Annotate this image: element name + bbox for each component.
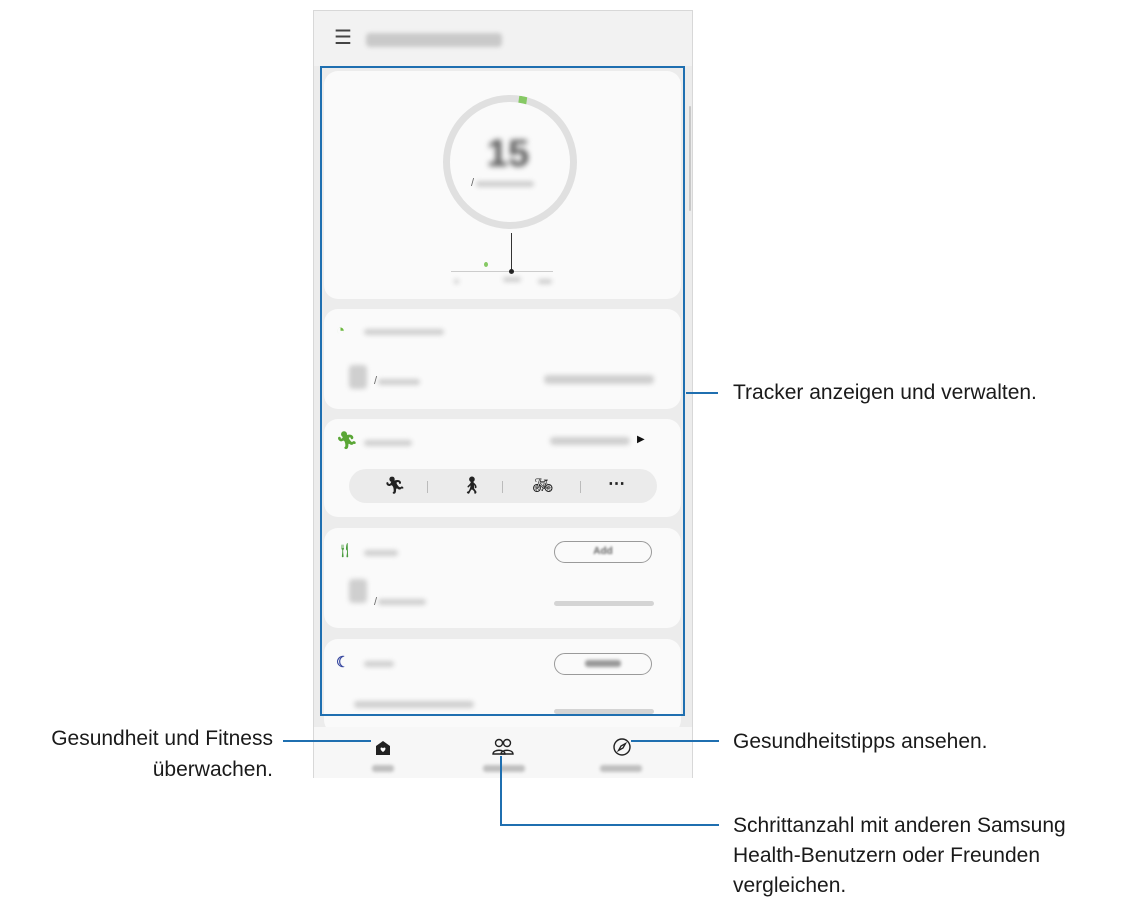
bottom-nav — [314, 727, 692, 778]
tracker-highlight-frame — [320, 66, 685, 716]
together-callout-line2: Health-Benutzern oder Freunden — [733, 844, 1041, 867]
discover-icon[interactable] — [611, 737, 633, 759]
together-callout-line-horizontal — [500, 824, 719, 826]
home-callout-line — [283, 740, 371, 742]
home-icon[interactable] — [372, 737, 394, 759]
scrollbar[interactable] — [689, 106, 691, 211]
together-callout-line-vertical — [500, 756, 502, 826]
together-tab-label — [483, 765, 525, 772]
discover-tab-label — [600, 765, 642, 772]
app-title — [366, 33, 502, 47]
tips-callout: Gesundheitstipps ansehen. — [733, 730, 988, 753]
app-bar: ☰ — [314, 11, 692, 66]
tips-callout-line — [631, 740, 719, 742]
home-tab-label — [372, 765, 394, 772]
tracker-callout-line — [686, 392, 718, 394]
home-callout-line2: überwachen. — [152, 758, 273, 781]
home-callout-line1: Gesundheit und Fitness — [51, 727, 273, 750]
together-callout-line3: vergleichen. — [733, 874, 847, 897]
hamburger-icon[interactable]: ☰ — [334, 28, 352, 48]
tracker-callout: Tracker anzeigen und verwalten. — [733, 381, 1037, 404]
together-icon[interactable] — [492, 737, 514, 759]
together-callout-line1: Schrittanzahl mit anderen Samsung — [733, 814, 1066, 837]
